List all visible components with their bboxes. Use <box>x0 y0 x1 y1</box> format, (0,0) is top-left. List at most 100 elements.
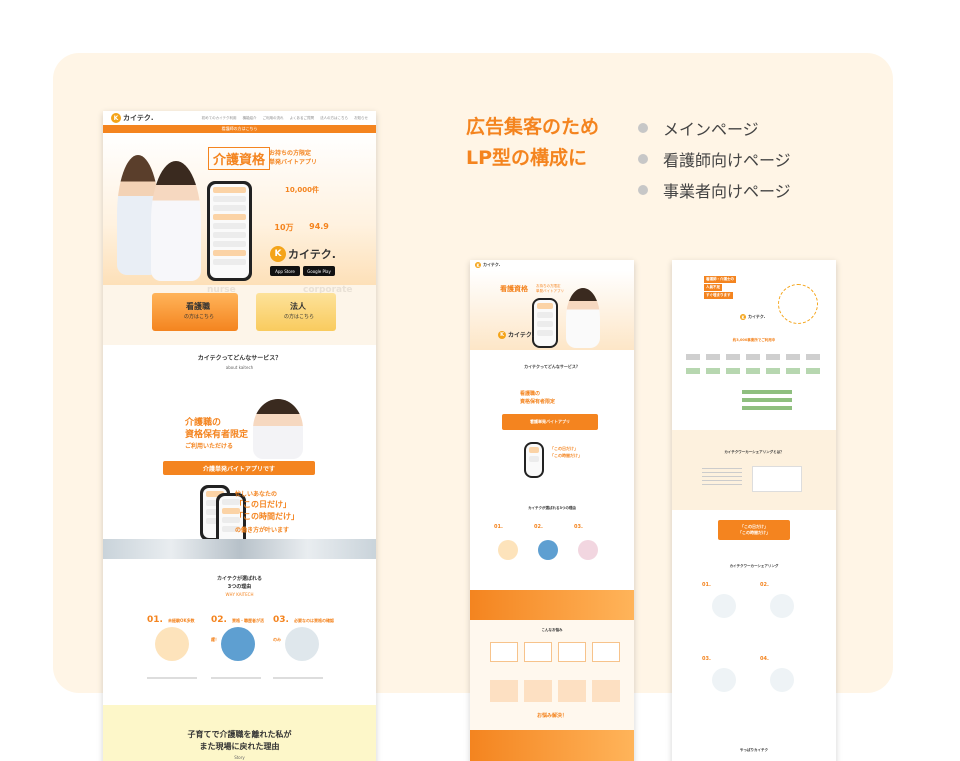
stat-value: 94.9 <box>309 222 329 231</box>
main-page-mockup: K カイテク. 初めてのカイテク利用 機能紹介 ご利用の流れ よくあるご質問 法人… <box>103 111 376 761</box>
stat-value: 10万 <box>274 223 294 232</box>
corp-hero: 看護師・介護士の 人員不足 すぐ埋まります K カイテク. <box>672 270 836 334</box>
corp-hero-line-1: 看護師・介護士の <box>704 276 736 283</box>
stat-badge-users: 10万 <box>269 213 299 243</box>
nav-item[interactable]: お知らせ <box>354 116 368 121</box>
nurse-about-phone <box>524 442 544 478</box>
corp-features-title: カイテクワーカーシェアリング <box>729 564 779 568</box>
busy-line-1: 忙しいあなたの <box>235 491 278 498</box>
nurse-reason-number: 01. <box>494 524 503 530</box>
nav-item[interactable]: よくあるご質問 <box>290 116 315 121</box>
nurse-page-mockup: K カイテク. 看護資格 お持ちの方限定 単発バイトアプリ K カイテク. カイテク… <box>470 260 634 761</box>
nurse-logo[interactable]: K カイテク. <box>475 262 500 268</box>
caregiver-photo-female <box>151 161 201 281</box>
nav-item[interactable]: 機能紹介 <box>243 116 257 121</box>
corp-button-sub: の方はこちら <box>284 314 315 320</box>
about-line-3: ご利用いただける <box>185 443 234 450</box>
heading-line-2: LP型の構成に <box>466 147 588 169</box>
reasons-section: カイテクが選ばれる 3つの理由 WHY KAITECH 01. 未経験OK多数 … <box>103 559 376 705</box>
reason-illustration-3 <box>285 627 319 661</box>
nurse-photo <box>566 288 600 348</box>
bullet-dot-icon <box>638 153 648 164</box>
nurse-reason-illustration-1 <box>498 540 518 560</box>
story-section: 子育てで介護職を離れた私が また現場に戻れた理由 Story <box>103 705 376 761</box>
hero-subtitle-2: 単発バイトアプリ <box>269 159 318 166</box>
corp-hero-line-3: すぐ埋まります <box>704 292 733 299</box>
logo-mark-icon: K <box>111 113 121 123</box>
about-section: カイテクってどんなサービス？ about kaitech 介護職の 資格保有者限… <box>103 345 376 553</box>
heading-line-1: 広告集客のため <box>466 116 600 138</box>
reason-number: 03. <box>273 615 289 625</box>
bullet-label: 事業者向けページ <box>663 181 791 201</box>
nurse-reason-illustration-3 <box>578 540 598 560</box>
bullet-dot-icon <box>638 184 648 195</box>
corp-about: カイテクワーカーシェアリングとは？ <box>672 430 836 510</box>
corp-feature-number: 04. <box>760 656 769 662</box>
corp-clients-title: 約3,000事業所でご利用中 <box>732 338 776 342</box>
section-heading: 広告集客のため LP型の構成に <box>466 112 599 174</box>
reasons-title-1: カイテクが選ばれる <box>217 576 262 582</box>
audience-select-section: nurse corporate 看護職 の方はこちら 法人 の方はこちら <box>103 285 376 345</box>
bullet-dot-icon <box>638 122 648 133</box>
nav-item[interactable]: 初めてのカイテク利用 <box>202 116 237 121</box>
story-line-2: また現場に戻れた理由 <box>199 742 280 751</box>
nurse-button-sub: の方はこちら <box>184 314 215 320</box>
corp-hero-line-2: 人員不足 <box>704 284 722 291</box>
stat-value: 10,000件 <box>284 186 319 194</box>
reasons-en: WHY KAITECH <box>225 592 254 597</box>
logo-text: カイテク. <box>748 314 766 319</box>
story-line-1: 子育てで介護職を離れた私が <box>187 730 292 739</box>
nurse-hero-sub-2: 単発バイトアプリ <box>536 289 564 293</box>
corp-cta-line-2: 「この時間だけ」 <box>738 530 770 535</box>
stat-badge-jobs: 10,000件 <box>282 171 322 211</box>
top-banner[interactable]: 看護師の方はこちら <box>103 125 376 133</box>
nav-item[interactable]: ご利用の流れ <box>263 116 284 121</box>
nurse-phone-mockup <box>532 298 558 348</box>
corporate-entry-button[interactable]: 法人 の方はこちら <box>256 293 336 331</box>
nurse-busy-line-2: 「この時間だけ」 <box>550 453 582 458</box>
logo-text: カイテク. <box>288 248 336 261</box>
corp-features: カイテクワーカーシェアリング 01. 02. 03. 04. <box>672 560 836 740</box>
photo-strip <box>103 539 376 559</box>
nurse-cta-band <box>470 590 634 620</box>
corp-footer: やっぱりカイテク <box>672 740 836 761</box>
reason-illustration-1 <box>155 627 189 661</box>
page-type-list: メインページ 看護師向けページ 事業者向けページ <box>638 112 791 205</box>
reason-item: 01. 未経験OK多数 <box>147 607 217 626</box>
about-nurse-photo <box>253 399 303 459</box>
nurse-about-title: カイテクってどんなサービス？ <box>524 364 580 369</box>
nurse-about: カイテクってどんなサービス？ 看護職の 資格保有者限定 看護単発バイトアプリ 「… <box>470 350 634 500</box>
corp-about-title: カイテクワーカーシェアリングとは？ <box>724 450 784 454</box>
about-banner: 介護単発バイトアプリです <box>163 461 315 475</box>
nurse-reason-number: 03. <box>574 524 583 530</box>
nurse-header: K カイテク. <box>470 260 634 270</box>
story-label: Story <box>234 755 245 760</box>
nav-item[interactable]: 法人の方はこちら <box>320 116 348 121</box>
google-play-button[interactable]: Google Play <box>303 266 335 276</box>
reasons-title-2: 3つの理由 <box>227 584 252 590</box>
bullet-item: メインページ <box>638 112 791 143</box>
nurse-entry-button[interactable]: 看護職 の方はこちら <box>152 293 238 331</box>
nurse-button-title: 看護職 <box>186 302 210 311</box>
corp-clients: 約3,000事業所でご利用中 <box>672 334 836 430</box>
main-nav: 初めてのカイテク利用 機能紹介 ご利用の流れ よくあるご質問 法人の方はこちら … <box>202 116 368 121</box>
logo-text: カイテク. <box>508 332 535 339</box>
logo-text: カイテク. <box>483 262 501 267</box>
reason-illustration-2 <box>221 627 255 661</box>
main-logo[interactable]: K カイテク. <box>111 113 154 123</box>
reason-label: 未経験OK多数 <box>168 618 195 623</box>
app-store-button[interactable]: App Store <box>270 266 300 276</box>
nurse-footer-band <box>470 730 634 761</box>
nurse-reason-number: 02. <box>534 524 543 530</box>
corp-button-title: 法人 <box>290 302 306 311</box>
stat-badge-rate: 94.9 <box>304 213 334 243</box>
busy-line-3: 「この時間だけ」 <box>235 512 299 521</box>
logo-mark-icon: K <box>740 314 746 320</box>
nurse-worries: こんなお悩み お悩み解決！ <box>470 620 634 730</box>
corporate-page-mockup: 看護師・介護士の 人員不足 すぐ埋まります K カイテク. 約3,000事業所でご… <box>672 260 836 761</box>
corp-feature-number: 03. <box>702 656 711 662</box>
logo-mark-icon: K <box>498 330 506 339</box>
corp-feature-number: 02. <box>760 582 769 588</box>
busy-line-2: 「この日だけ」 <box>235 500 291 509</box>
hero-phone-mockup <box>207 181 252 281</box>
